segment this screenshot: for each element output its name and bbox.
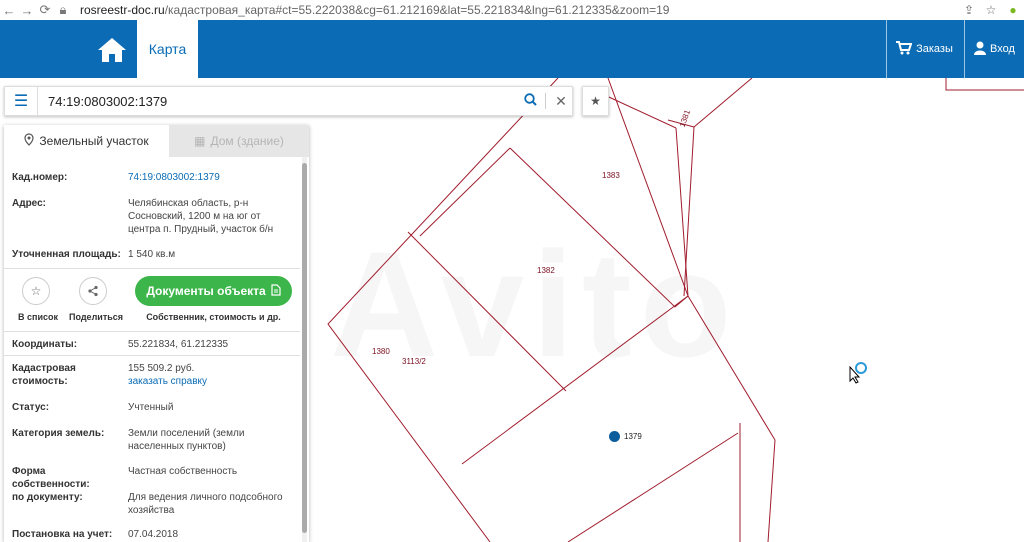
address-label: Адрес: [12, 198, 46, 209]
parcel-label-3113-2: 3113/2 [402, 357, 426, 366]
orders-button[interactable]: Заказы [886, 20, 962, 78]
login-label: Вход [990, 43, 1015, 55]
user-icon [974, 41, 987, 58]
status-value: Учтенный [128, 402, 174, 413]
documents-button[interactable]: Документы объекта [135, 276, 292, 306]
doc-value: Для ведения личного подсобного хозяйства [128, 492, 283, 516]
status-label: Статус: [12, 402, 50, 413]
address-value: Челябинская область, р-н Сосновский, 120… [128, 198, 274, 235]
tab-house-label: Дом (здание) [210, 134, 284, 148]
cart-icon [896, 40, 913, 58]
url-field[interactable]: rosreestr-doc.ru/кадастровая_карта#ct=55… [80, 3, 958, 17]
star-outline-icon[interactable]: ☆ [22, 277, 50, 305]
cost-value-group: 155 509.2 руб. заказать справку [128, 362, 293, 388]
map-pin-icon [24, 133, 34, 149]
divider [4, 331, 300, 332]
category-label: Категория земель: [12, 428, 105, 439]
documents-button-label: Документы объекта [146, 284, 266, 298]
back-icon[interactable]: ← [0, 3, 18, 18]
registered-label: Постановка на учет: [12, 529, 113, 540]
panel-scrollbar[interactable] [302, 157, 307, 542]
home-icon[interactable] [96, 36, 128, 64]
cad-num-link[interactable]: 74:19:0803002:1379 [128, 171, 293, 184]
cost-value: 155 509.2 руб. [128, 363, 195, 374]
url-path: /кадастровая_карта#ct=55.222038&cg=61.21… [164, 3, 670, 17]
tab-land-label: Земельный участок [39, 134, 149, 148]
menu-icon[interactable]: ☰ [5, 91, 37, 111]
forward-icon[interactable]: → [18, 3, 36, 18]
cad-num-label: Кад.номер: [12, 172, 68, 183]
ownership-label: Форма собственности: [12, 466, 90, 490]
parcel-label-1380: 1380 [372, 347, 390, 356]
tab-map-label: Карта [148, 41, 187, 57]
tab-house[interactable]: ▦ Дом (здание) [169, 125, 309, 157]
browser-address-bar: ← → ⟳ 🔒︎ rosreestr-doc.ru/кадастровая_ка… [0, 0, 1024, 20]
favorites-star-icon[interactable]: ★ [582, 86, 609, 116]
add-to-list-label[interactable]: В список [18, 312, 58, 322]
documents-subtitle: Собственник, стоимость и др. [146, 312, 281, 322]
parcel-marker[interactable] [609, 431, 620, 442]
coords-label: Координаты: [12, 339, 78, 350]
clear-icon[interactable]: ✕ [550, 93, 572, 110]
doc-label: по документу: [12, 492, 83, 503]
category-value: Земли поселений (земли населенных пункто… [128, 428, 245, 452]
divider [4, 355, 300, 356]
share-icon[interactable] [79, 277, 107, 305]
action-bar: ☆ В список Поделиться Документы объекта … [4, 269, 300, 331]
area-label: Уточненная площадь: [12, 249, 121, 260]
extension-icon[interactable]: ● [1002, 3, 1024, 17]
search-input[interactable] [38, 93, 519, 109]
scrollbar-thumb[interactable] [302, 163, 307, 533]
building-icon: ▦ [194, 134, 206, 148]
document-icon [271, 283, 281, 299]
share-label[interactable]: Поделиться [69, 312, 123, 322]
coords-value: 55.221834, 61.212335 [128, 339, 229, 350]
mouse-cursor-icon [849, 366, 861, 384]
login-button[interactable]: Вход [964, 20, 1024, 78]
cost-label: Кадастровая стоимость: [12, 363, 76, 387]
registered-value: 07.04.2018 [128, 529, 179, 540]
site-header: Карта Заказы Вход [0, 20, 1024, 78]
search-separator [545, 93, 546, 109]
area-value: 1 540 кв.м [128, 249, 176, 260]
order-certificate-link[interactable]: заказать справку [128, 376, 207, 387]
url-host: rosreestr-doc.ru [80, 3, 165, 17]
bookmark-star-icon[interactable]: ☆ [980, 3, 1002, 17]
search-bar: ☰ ✕ [4, 86, 573, 116]
tab-land-plot[interactable]: Земельный участок [4, 125, 169, 157]
reload-icon[interactable]: ⟳ [36, 2, 54, 18]
parcel-label-1383: 1383 [602, 171, 620, 180]
share-icon[interactable]: ⇪ [958, 3, 980, 17]
parcel-label-1379: 1379 [624, 432, 642, 441]
search-icon[interactable] [519, 93, 541, 109]
orders-label: Заказы [916, 43, 953, 55]
panel-tabs: Земельный участок ▦ Дом (здание) [4, 125, 309, 157]
lock-icon[interactable]: 🔒︎ [54, 2, 72, 18]
ownership-value: Частная собственность [128, 466, 238, 477]
parcel-info-panel: Земельный участок ▦ Дом (здание) Кад.ном… [4, 125, 309, 542]
tab-map[interactable]: Карта [137, 20, 198, 78]
parcel-label-1382: 1382 [537, 266, 555, 275]
